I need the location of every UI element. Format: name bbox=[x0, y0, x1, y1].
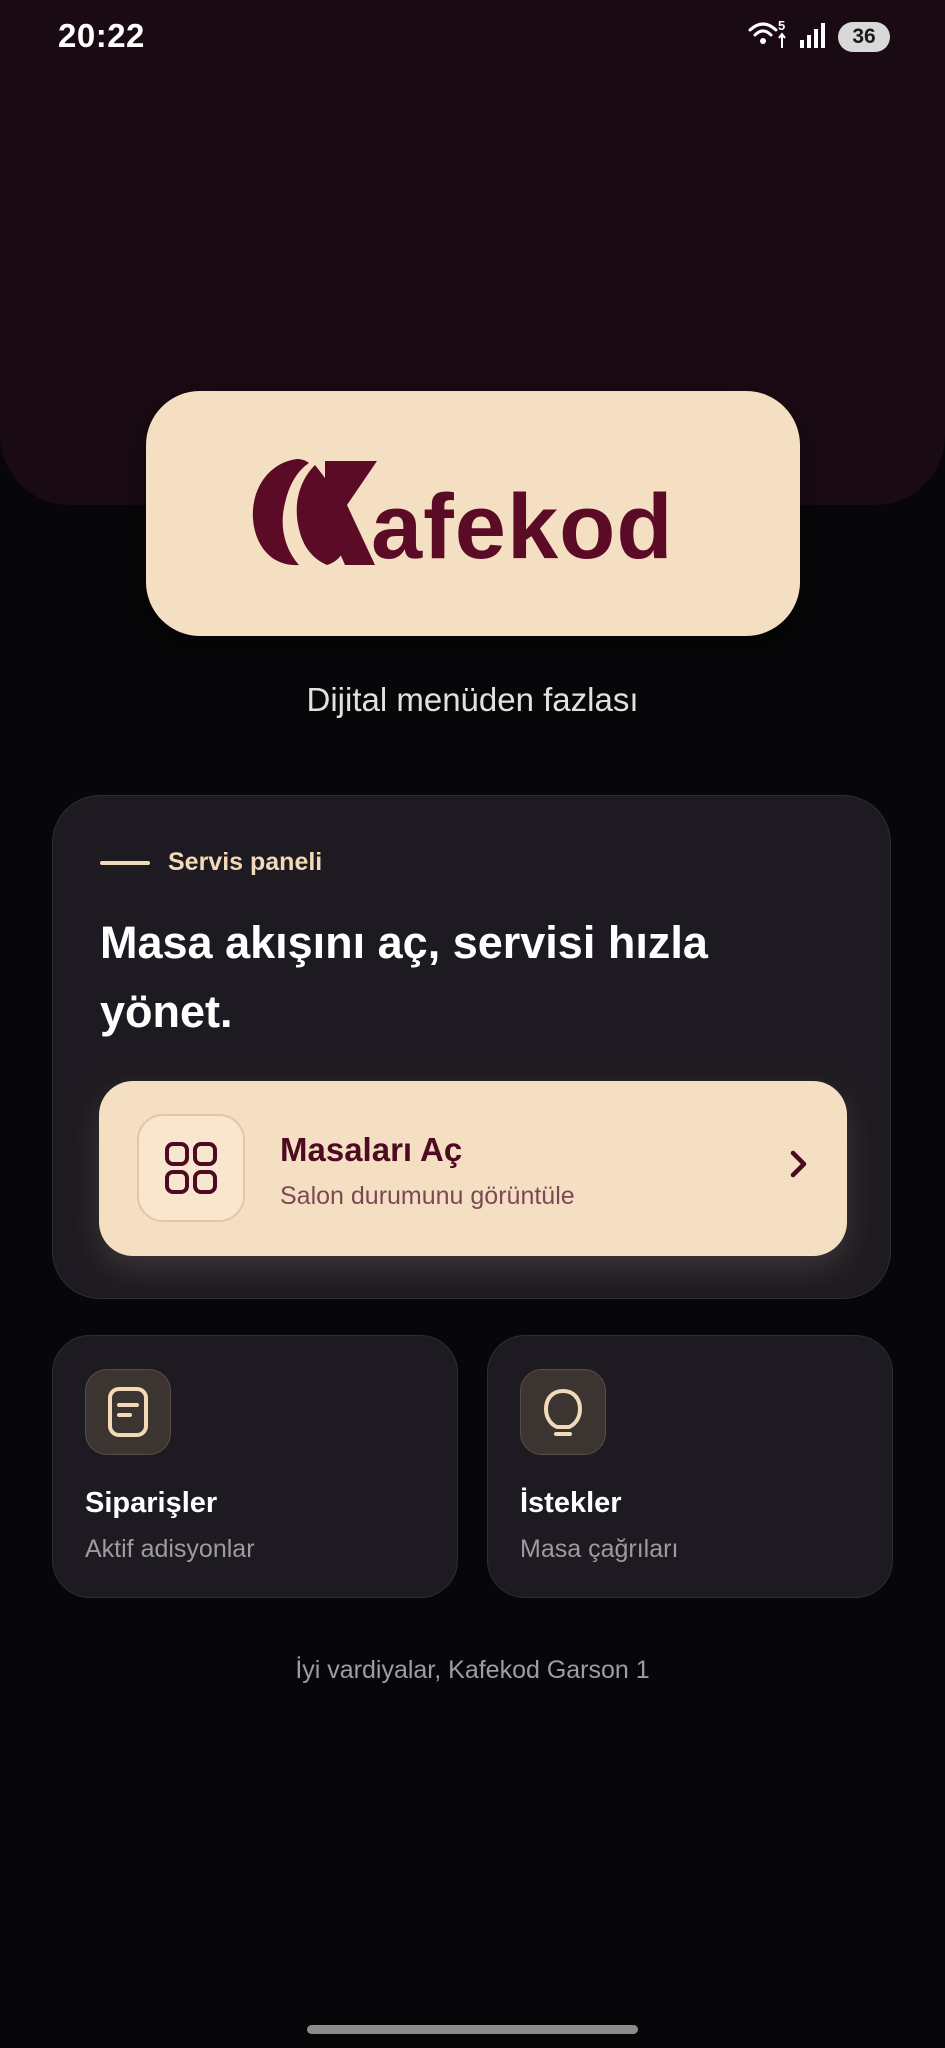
signal-icon bbox=[798, 20, 828, 55]
service-panel-card: Servis paneli Masa akışını aç, servisi h… bbox=[52, 795, 891, 1299]
home-indicator[interactable] bbox=[307, 2025, 638, 2034]
bell-icon bbox=[520, 1369, 606, 1455]
brand-tagline: Dijital menüden fazlası bbox=[306, 681, 639, 718]
wifi-band-label: 5 bbox=[778, 18, 785, 33]
orders-title: Siparişler bbox=[85, 1487, 218, 1519]
logo-card: afekod bbox=[146, 391, 800, 636]
logo-wordmark: afekod bbox=[371, 476, 674, 578]
open-tables-button[interactable]: Masaları Aç Salon durumunu görüntüle bbox=[99, 1081, 847, 1256]
orders-tile[interactable]: Siparişler Aktif adisyonlar bbox=[52, 1335, 458, 1598]
open-tables-subtitle: Salon durumunu görüntüle bbox=[280, 1182, 575, 1210]
wifi-icon: 5 bbox=[748, 18, 788, 57]
service-panel-eyebrow: Servis paneli bbox=[100, 848, 322, 877]
logo-bean-icon bbox=[249, 457, 379, 574]
requests-subtitle: Masa çağrıları bbox=[520, 1535, 679, 1563]
requests-tile[interactable]: İstekler Masa çağrıları bbox=[487, 1335, 893, 1598]
shift-greeting: İyi vardiyalar, Kafekod Garson 1 bbox=[295, 1656, 650, 1684]
battery-icon: 36 bbox=[838, 22, 890, 52]
service-panel-headline: Masa akışını aç, servisi hızla yönet. bbox=[100, 917, 708, 1037]
status-time: 20:22 bbox=[58, 17, 145, 54]
chevron-right-icon bbox=[789, 1147, 809, 1186]
eyebrow-divider bbox=[100, 860, 150, 865]
eyebrow-label: Servis paneli bbox=[168, 848, 323, 876]
status-bar: 20:22 5 36 bbox=[0, 0, 945, 74]
orders-subtitle: Aktif adisyonlar bbox=[85, 1535, 255, 1563]
open-tables-title: Masaları Aç bbox=[280, 1131, 463, 1168]
grid-icon bbox=[137, 1114, 245, 1222]
status-icons: 5 36 bbox=[748, 18, 890, 57]
requests-title: İstekler bbox=[520, 1487, 622, 1519]
receipt-icon bbox=[85, 1369, 171, 1455]
